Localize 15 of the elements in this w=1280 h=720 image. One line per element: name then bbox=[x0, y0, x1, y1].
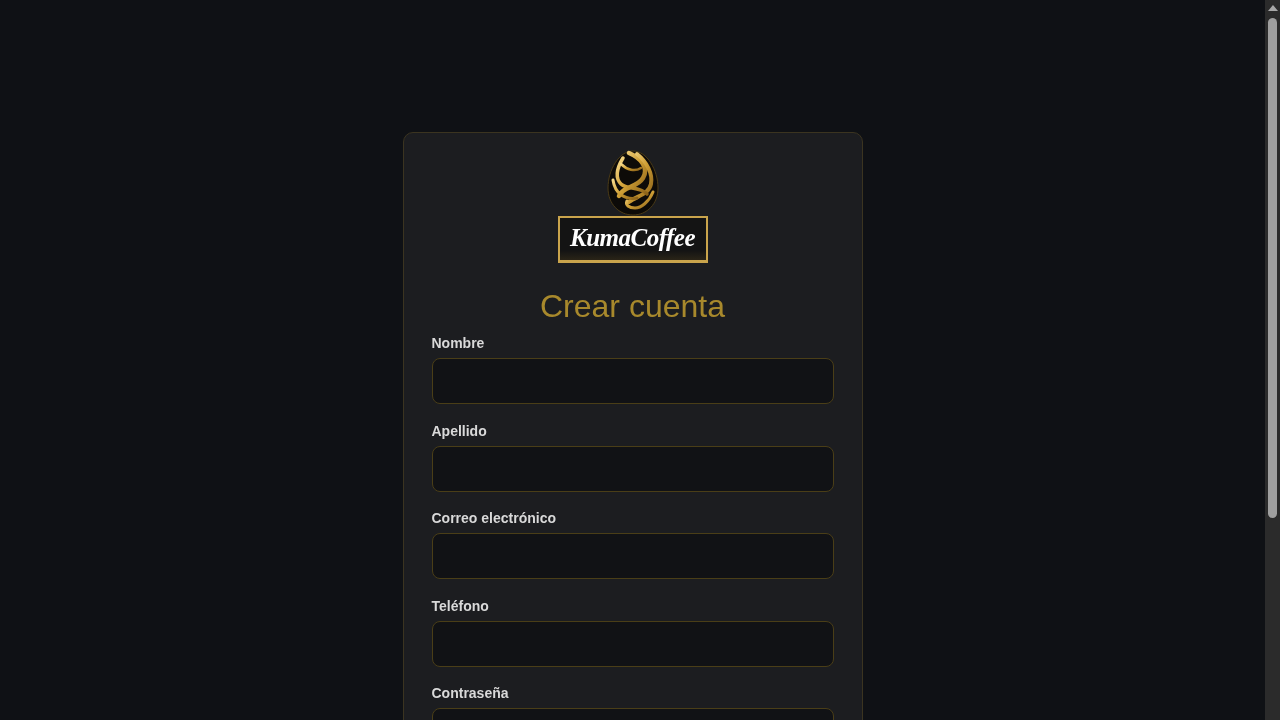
scroll-up-arrow-icon[interactable] bbox=[1267, 5, 1278, 11]
input-field[interactable] bbox=[431, 358, 834, 404]
logo-wordmark: KumaCoffee bbox=[557, 216, 708, 263]
page-title: Crear cuenta bbox=[539, 287, 726, 326]
scrollbar[interactable] bbox=[1265, 0, 1280, 720]
input-field[interactable] bbox=[431, 533, 834, 579]
field-label: Teléfono bbox=[431, 596, 490, 616]
field-label: Contraseña bbox=[431, 684, 510, 703]
field-label: Apellido bbox=[431, 421, 488, 441]
field-label: Correo electrónico bbox=[431, 509, 557, 528]
input-field[interactable] bbox=[431, 445, 834, 492]
input-field[interactable] bbox=[431, 620, 834, 667]
scrollbar-thumb[interactable] bbox=[1268, 18, 1277, 518]
coffee-bean-icon bbox=[606, 150, 659, 216]
field-label: Nombre bbox=[431, 334, 486, 353]
